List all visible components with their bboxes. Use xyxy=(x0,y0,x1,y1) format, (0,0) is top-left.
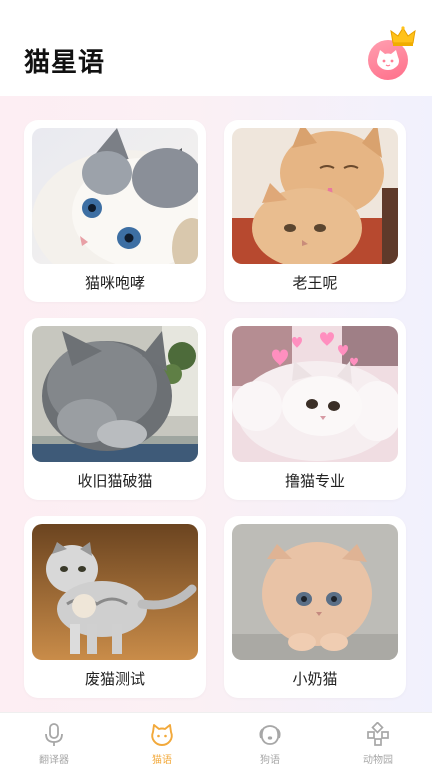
cream-exotic-kitten-image xyxy=(232,524,398,660)
page-title: 猫星语 xyxy=(24,48,106,78)
zoo-grid-icon xyxy=(367,722,389,746)
tab-label: 翻译器 xyxy=(39,755,69,766)
card-label: 老王呢 xyxy=(292,274,338,292)
tab-label: 动物园 xyxy=(363,755,393,766)
card-label: 撸猫专业 xyxy=(284,472,345,490)
microphone-icon xyxy=(45,723,63,746)
grey-cat-grooming-image xyxy=(32,326,198,462)
tab-cat-language[interactable]: 猫语 xyxy=(108,713,216,768)
card-label: 收旧猫破猫 xyxy=(77,472,153,490)
tab-label: 狗语 xyxy=(260,755,280,766)
bottom-tab-bar: 翻译器 猫语 狗语 动物园 xyxy=(0,712,432,768)
category-card[interactable]: 撸猫专业 xyxy=(224,318,406,500)
category-card[interactable]: 老王呢 xyxy=(224,120,406,302)
card-label: 废猫测试 xyxy=(84,670,145,688)
app-header: 猫星语 xyxy=(0,0,432,96)
tab-translator[interactable]: 翻译器 xyxy=(0,713,108,768)
category-card[interactable]: 收旧猫破猫 xyxy=(24,318,206,500)
card-label: 小奶猫 xyxy=(292,670,338,688)
tab-label: 猫语 xyxy=(152,755,172,766)
cat-face-icon xyxy=(377,50,399,70)
category-card[interactable]: 小奶猫 xyxy=(224,516,406,698)
vip-avatar-button[interactable] xyxy=(368,26,416,80)
cat-face-icon xyxy=(151,724,173,746)
crown-icon xyxy=(390,26,416,46)
category-grid: 猫咪咆哮 老王呢 收旧猫破猫 撸猫专业 废猫测试 小奶猫 xyxy=(24,120,408,698)
dog-face-icon xyxy=(259,725,281,745)
category-card[interactable]: 废猫测试 xyxy=(24,516,206,698)
two-orange-cats-image xyxy=(232,128,398,264)
card-label: 猫咪咆哮 xyxy=(84,274,145,292)
ragdoll-kitten-image xyxy=(32,128,198,264)
tab-zoo[interactable]: 动物园 xyxy=(324,713,432,768)
card-grid-area: 猫咪咆哮 老王呢 收旧猫破猫 撸猫专业 废猫测试 小奶猫 xyxy=(0,96,432,712)
category-card[interactable]: 猫咪咆哮 xyxy=(24,120,206,302)
white-kitten-hearts-image xyxy=(232,326,398,462)
scottish-fold-kitten-image xyxy=(32,524,198,660)
tab-dog-language[interactable]: 狗语 xyxy=(216,713,324,768)
